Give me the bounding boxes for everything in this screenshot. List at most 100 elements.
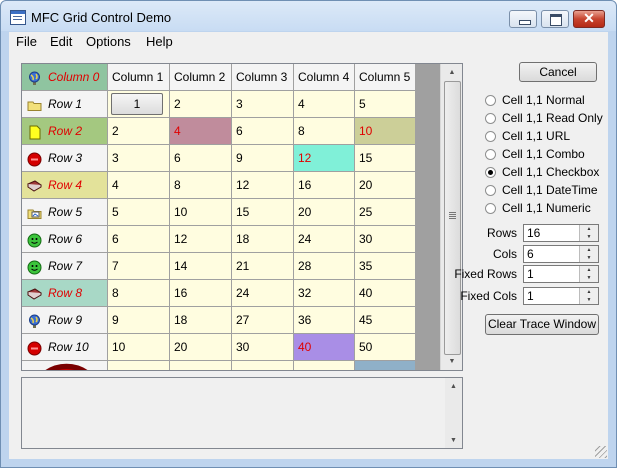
row-header[interactable]: Row 9: [22, 307, 108, 334]
grid-cell[interactable]: 6: [108, 226, 170, 253]
radio-unchecked-icon[interactable]: [485, 149, 496, 160]
row-header[interactable]: Row 8: [22, 280, 108, 307]
scroll-up-icon[interactable]: ▲: [441, 64, 462, 81]
grid-cell[interactable]: 10: [108, 334, 170, 361]
spin-up-icon[interactable]: ▲: [579, 266, 598, 274]
grid-cell[interactable]: 2: [170, 91, 232, 118]
trace-scroll-down-icon[interactable]: ▼: [445, 432, 462, 449]
spin-up-icon[interactable]: ▲: [579, 246, 598, 254]
cell-button[interactable]: 1: [111, 93, 163, 115]
close-button[interactable]: ✕: [573, 10, 605, 28]
grid-cell[interactable]: 1: [108, 91, 170, 118]
column-header[interactable]: Column 4: [294, 64, 355, 91]
scroll-thumb[interactable]: [444, 81, 461, 355]
grid-cell[interactable]: 50: [355, 334, 416, 361]
grid-cell[interactable]: 3: [232, 91, 294, 118]
grid-cell[interactable]: 45: [355, 307, 416, 334]
grid-cell[interactable]: 9: [108, 307, 170, 334]
grid-cell[interactable]: 6: [232, 118, 294, 145]
menu-file[interactable]: File: [16, 34, 37, 49]
radio-unchecked-icon[interactable]: [485, 131, 496, 142]
cancel-button[interactable]: Cancel: [519, 62, 597, 82]
row-header[interactable]: Row 1: [22, 91, 108, 118]
spin-input[interactable]: [525, 288, 581, 304]
size-grip-icon[interactable]: [595, 446, 607, 458]
grid-cell[interactable]: 7: [108, 253, 170, 280]
grid-cell[interactable]: 20: [294, 199, 355, 226]
grid-cell[interactable]: 8: [170, 172, 232, 199]
grid-cell[interactable]: 5: [355, 91, 416, 118]
grid-cell[interactable]: 18: [232, 226, 294, 253]
grid-cell[interactable]: 9: [232, 145, 294, 172]
grid-cell[interactable]: 28: [294, 253, 355, 280]
grid-cell[interactable]: 4: [294, 91, 355, 118]
row-header[interactable]: Row 2: [22, 118, 108, 145]
grid-cell[interactable]: 30: [232, 334, 294, 361]
grid-cell[interactable]: 12: [232, 172, 294, 199]
column-header[interactable]: Column 1: [108, 64, 170, 91]
spin-input[interactable]: [525, 266, 581, 282]
menu-edit[interactable]: Edit: [50, 34, 72, 49]
grid-cell[interactable]: 10: [355, 118, 416, 145]
grid-cell[interactable]: 5: [108, 199, 170, 226]
menu-options[interactable]: Options: [86, 34, 131, 49]
trace-window[interactable]: ▲ ▼: [21, 377, 463, 449]
grid-cell[interactable]: 20: [355, 172, 416, 199]
spin-down-icon[interactable]: ▼: [579, 296, 598, 304]
grid-cell[interactable]: 10: [170, 199, 232, 226]
grid-cell[interactable]: 20: [170, 334, 232, 361]
grid-cell[interactable]: 35: [355, 253, 416, 280]
grid-cell[interactable]: 21: [232, 253, 294, 280]
row-header[interactable]: Row 3: [22, 145, 108, 172]
grid-cell[interactable]: 12: [294, 145, 355, 172]
scroll-down-icon[interactable]: ▼: [441, 353, 462, 370]
grid-cell[interactable]: 2: [108, 118, 170, 145]
grid-cell[interactable]: 14: [170, 253, 232, 280]
row-header[interactable]: Row 7: [22, 253, 108, 280]
grid-cell[interactable]: 4: [108, 172, 170, 199]
grid-cell[interactable]: 12: [170, 226, 232, 253]
row-header[interactable]: Row 6: [22, 226, 108, 253]
grid-corner-header[interactable]: Column 0: [22, 64, 108, 91]
row-header[interactable]: Row 10: [22, 334, 108, 361]
grid-cell[interactable]: 8: [294, 118, 355, 145]
grid-cell[interactable]: 15: [232, 199, 294, 226]
clear-trace-button[interactable]: Clear Trace Window: [485, 314, 599, 335]
spin-input[interactable]: [525, 246, 581, 262]
grid-cell[interactable]: 16: [294, 172, 355, 199]
radio-checked-icon[interactable]: [485, 167, 496, 178]
grid-cell[interactable]: 16: [170, 280, 232, 307]
spin-up-icon[interactable]: ▲: [579, 225, 598, 233]
radio-unchecked-icon[interactable]: [485, 185, 496, 196]
grid-cell[interactable]: 25: [355, 199, 416, 226]
spin-down-icon[interactable]: ▼: [579, 254, 598, 262]
row-header[interactable]: Row 5: [22, 199, 108, 226]
grid-vertical-scrollbar[interactable]: ▲ ▼: [440, 64, 462, 370]
grid-cell[interactable]: 4: [170, 118, 232, 145]
grid-cell[interactable]: 32: [294, 280, 355, 307]
radio-unchecked-icon[interactable]: [485, 95, 496, 106]
grid-control[interactable]: Column 0 Column 1 Column 2 Column 3 Column 4…: [21, 63, 463, 371]
grid-cell[interactable]: 18: [170, 307, 232, 334]
maximize-button[interactable]: [541, 10, 569, 28]
grid-cell[interactable]: 27: [232, 307, 294, 334]
radio-unchecked-icon[interactable]: [485, 203, 496, 214]
column-header[interactable]: Column 2: [170, 64, 232, 91]
spin-up-icon[interactable]: ▲: [579, 288, 598, 296]
grid-cell[interactable]: 30: [355, 226, 416, 253]
grid-cell[interactable]: 8: [108, 280, 170, 307]
grid-cell[interactable]: 40: [355, 280, 416, 307]
minimize-button[interactable]: [509, 10, 537, 28]
grid-cell[interactable]: 36: [294, 307, 355, 334]
grid-cell[interactable]: 3: [108, 145, 170, 172]
grid-cell[interactable]: 6: [170, 145, 232, 172]
radio-unchecked-icon[interactable]: [485, 113, 496, 124]
grid-cell[interactable]: 24: [294, 226, 355, 253]
column-header[interactable]: Column 3: [232, 64, 294, 91]
column-header[interactable]: Column 5: [355, 64, 416, 91]
grid-cell[interactable]: 15: [355, 145, 416, 172]
spin-down-icon[interactable]: ▼: [579, 274, 598, 282]
spin-down-icon[interactable]: ▼: [579, 233, 598, 241]
grid-cell[interactable]: 24: [232, 280, 294, 307]
menu-help[interactable]: Help: [146, 34, 173, 49]
